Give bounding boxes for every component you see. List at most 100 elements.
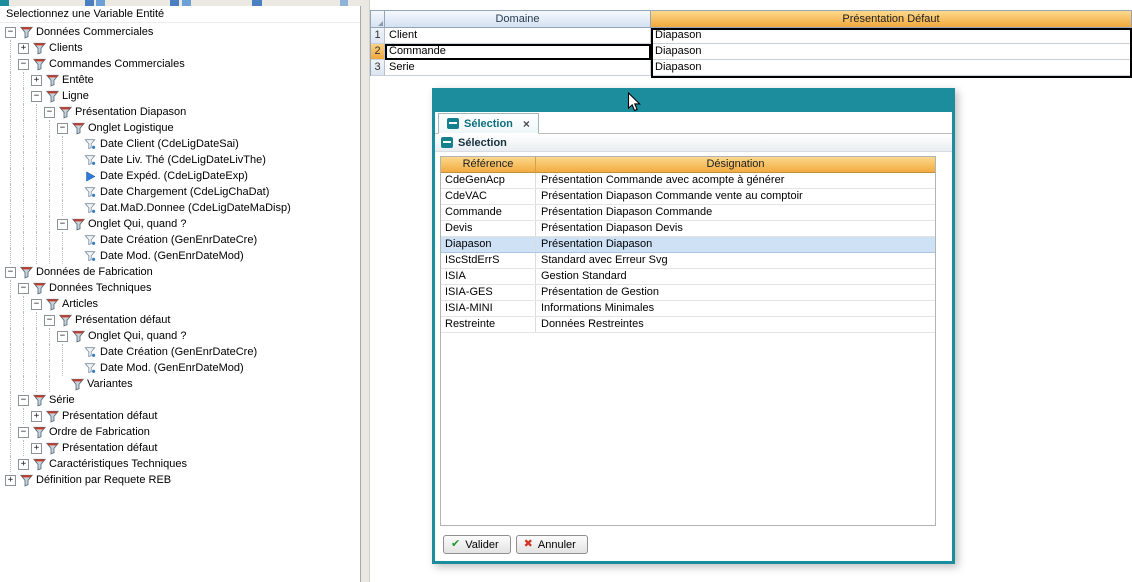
reference-cell: ISIA-GES bbox=[441, 285, 536, 300]
tree-item[interactable]: −Onglet Qui, quand ? bbox=[0, 216, 360, 232]
tree-item[interactable]: − Présentation défaut bbox=[0, 312, 360, 328]
selection-list[interactable]: Référence Désignation CdeGenAcpPrésentat… bbox=[440, 156, 936, 526]
collapse-toggle-icon[interactable]: − bbox=[31, 91, 42, 102]
tree-item[interactable]: −Série bbox=[0, 392, 360, 408]
domaine-cell[interactable]: Serie bbox=[385, 60, 651, 76]
tab-selection[interactable]: Sélection × bbox=[438, 113, 539, 134]
row-number-cell[interactable]: 2 bbox=[371, 44, 385, 60]
tree-item[interactable]: −Données de Fabrication bbox=[0, 264, 360, 280]
tree-item-label: Présentation défaut bbox=[75, 313, 170, 328]
tree-item[interactable]: Variantes bbox=[0, 376, 360, 392]
dialog-titlebar[interactable] bbox=[435, 91, 952, 112]
reference-cell: ISIA bbox=[441, 269, 536, 284]
selection-list-row[interactable]: DiapasonPrésentation Diapason bbox=[441, 237, 935, 253]
tab-close-icon[interactable]: × bbox=[523, 118, 530, 130]
domaine-cell[interactable]: Commande bbox=[385, 44, 651, 60]
collapse-toggle-icon[interactable]: − bbox=[44, 315, 55, 326]
collapse-toggle-icon[interactable]: − bbox=[18, 395, 29, 406]
tree-item[interactable]: −Articles bbox=[0, 296, 360, 312]
annuler-label: Annuler bbox=[538, 539, 576, 551]
tree-item[interactable]: +Entête bbox=[0, 72, 360, 88]
tree-guide-line bbox=[30, 248, 43, 264]
tree-item[interactable]: Date Client (CdeLigDateSai) bbox=[0, 136, 360, 152]
tree-item[interactable]: −Onglet Qui, quand ? bbox=[0, 328, 360, 344]
tree-item-label: Dat.MaD.Donnee (CdeLigDateMaDisp) bbox=[100, 201, 291, 216]
presentation-cell[interactable]: Diapason bbox=[651, 44, 1132, 60]
column-header-reference[interactable]: Référence bbox=[441, 157, 536, 173]
collapse-toggle-icon[interactable]: − bbox=[5, 267, 16, 278]
tree-item[interactable]: Date Expéd. (CdeLigDateExp) bbox=[0, 168, 360, 184]
tree-guide-line bbox=[30, 184, 43, 200]
expand-toggle-icon[interactable]: + bbox=[31, 443, 42, 454]
tree-item[interactable]: Date Mod. (GenEnrDateMod) bbox=[0, 248, 360, 264]
expand-toggle-icon[interactable]: + bbox=[31, 75, 42, 86]
tree-item[interactable]: +Définition par Requete REB bbox=[0, 472, 360, 488]
corner-select-cell[interactable] bbox=[371, 11, 385, 28]
collapse-toggle-icon[interactable]: − bbox=[44, 107, 55, 118]
domaine-cell[interactable]: Client bbox=[385, 28, 651, 44]
presentation-cell[interactable]: Diapason bbox=[651, 60, 1132, 76]
tree-item[interactable]: −Présentation Diapason bbox=[0, 104, 360, 120]
expand-toggle-icon[interactable]: + bbox=[5, 475, 16, 486]
row-number-cell[interactable]: 3 bbox=[371, 60, 385, 76]
selection-list-row[interactable]: CdeGenAcpPrésentation Commande avec acom… bbox=[441, 173, 935, 189]
collapse-toggle-icon[interactable]: − bbox=[18, 283, 29, 294]
tree-item[interactable]: Date Mod. (GenEnrDateMod) bbox=[0, 360, 360, 376]
expand-toggle-icon[interactable]: + bbox=[18, 43, 29, 54]
selection-table-header: Référence Désignation bbox=[441, 157, 935, 173]
selection-list-row[interactable]: DevisPrésentation Diapason Devis bbox=[441, 221, 935, 237]
tree-guide-line bbox=[4, 104, 17, 120]
tree-item[interactable]: −Ordre de Fabrication bbox=[0, 424, 360, 440]
tree-item[interactable]: +Présentation défaut bbox=[0, 440, 360, 456]
collapse-toggle-icon[interactable]: − bbox=[18, 59, 29, 70]
collapse-toggle-icon[interactable]: − bbox=[18, 427, 29, 438]
column-header-presentation[interactable]: Présentation Défaut bbox=[651, 11, 1132, 28]
designation-cell: Présentation Diapason Devis bbox=[536, 221, 935, 236]
collapse-toggle-icon[interactable]: − bbox=[57, 123, 68, 134]
tree-guide-line bbox=[56, 168, 69, 184]
selection-list-row[interactable]: ISIAGestion Standard bbox=[441, 269, 935, 285]
collapse-toggle-icon[interactable]: − bbox=[57, 219, 68, 230]
tree-item[interactable]: Dat.MaD.Donnee (CdeLigDateMaDisp) bbox=[0, 200, 360, 216]
tree-guide-line bbox=[17, 328, 30, 344]
selection-list-row[interactable]: RestreinteDonnées Restreintes bbox=[441, 317, 935, 333]
presentation-cell[interactable]: Diapason bbox=[651, 28, 1132, 44]
selection-list-row[interactable]: ISIA-GESPrésentation de Gestion bbox=[441, 285, 935, 301]
panel-splitter[interactable] bbox=[361, 0, 370, 582]
tree-guide-line bbox=[4, 312, 17, 328]
valider-button[interactable]: ✔ Valider bbox=[443, 535, 511, 554]
selection-dialog: Sélection × Sélection Référence Désignat… bbox=[432, 88, 955, 564]
selection-list-row[interactable]: IScStdErrSStandard avec Erreur Svg bbox=[441, 253, 935, 269]
selection-list-row[interactable]: CdeVACPrésentation Diapason Commande ven… bbox=[441, 189, 935, 205]
tree-item[interactable]: +Présentation défaut bbox=[0, 408, 360, 424]
tree-item[interactable]: Date Création (GenEnrDateCre) bbox=[0, 344, 360, 360]
tree-item[interactable]: Date Liv. Thé (CdeLigDateLivThe) bbox=[0, 152, 360, 168]
tree-guide-line bbox=[4, 184, 17, 200]
row-number-cell[interactable]: 1 bbox=[371, 28, 385, 44]
collapse-toggle-icon[interactable]: − bbox=[5, 27, 16, 38]
tree-item[interactable]: +Caractéristiques Techniques bbox=[0, 456, 360, 472]
tree-item[interactable]: −Ligne bbox=[0, 88, 360, 104]
tree-guide-line bbox=[17, 200, 30, 216]
tree-guide-line bbox=[56, 232, 69, 248]
tree-item[interactable]: −Onglet Logistique bbox=[0, 120, 360, 136]
selected-item-arrow-icon bbox=[82, 171, 98, 182]
column-header-domaine[interactable]: Domaine bbox=[385, 11, 651, 28]
annuler-button[interactable]: ✖ Annuler bbox=[516, 535, 588, 554]
selection-list-row[interactable]: CommandePrésentation Diapason Commande bbox=[441, 205, 935, 221]
collapse-toggle-icon[interactable]: − bbox=[31, 299, 42, 310]
tree-item[interactable]: Date Chargement (CdeLigChaDat) bbox=[0, 184, 360, 200]
tree-guide-line bbox=[43, 184, 56, 200]
expand-toggle-icon[interactable]: + bbox=[31, 411, 42, 422]
tree-item[interactable]: −Commandes Commerciales bbox=[0, 56, 360, 72]
tree-guide-line bbox=[17, 248, 30, 264]
collapse-toggle-icon[interactable]: − bbox=[57, 331, 68, 342]
tree-item[interactable]: +Clients bbox=[0, 40, 360, 56]
tree-item[interactable]: −Données Commerciales bbox=[0, 24, 360, 40]
expand-toggle-icon[interactable]: + bbox=[18, 459, 29, 470]
tree-item[interactable]: −Données Techniques bbox=[0, 280, 360, 296]
tree-item[interactable]: Date Création (GenEnrDateCre) bbox=[0, 232, 360, 248]
check-icon: ✔ bbox=[451, 539, 460, 550]
selection-list-row[interactable]: ISIA-MINIInformations Minimales bbox=[441, 301, 935, 317]
column-header-designation[interactable]: Désignation bbox=[536, 157, 935, 173]
